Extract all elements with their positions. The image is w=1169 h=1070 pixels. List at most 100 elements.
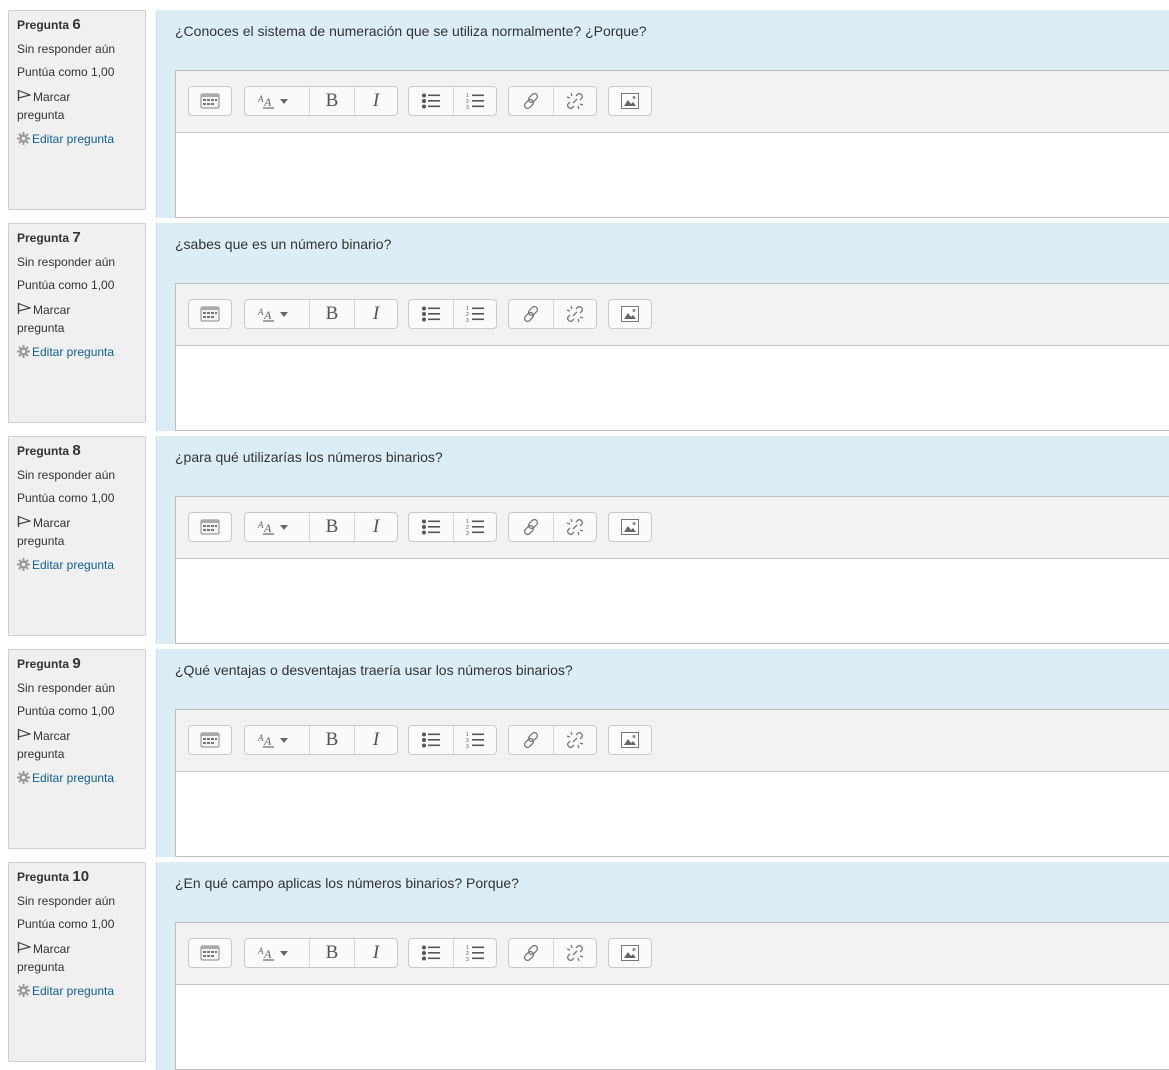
flag-question-button[interactable]: Marcar pregunta	[17, 728, 145, 763]
svg-text:A: A	[263, 95, 272, 109]
flag-label: Marcar	[33, 303, 71, 317]
italic-button[interactable]: I	[354, 726, 397, 754]
question-status: Sin responder aún	[17, 681, 116, 695]
edit-question-row: Editar pregunta	[17, 558, 145, 573]
edit-question-link[interactable]: Editar pregunta	[32, 558, 114, 572]
unlink-button[interactable]	[553, 726, 596, 754]
link-icon	[521, 943, 541, 963]
ordered-list-button[interactable]: 123	[453, 513, 496, 541]
edit-question-link[interactable]: Editar pregunta	[32, 345, 114, 359]
question-info-panel: Pregunta 6 Sin responder aún Puntúa como…	[8, 10, 146, 210]
italic-button[interactable]: I	[354, 939, 397, 967]
flag-question-button[interactable]: Marcar pregunta	[17, 89, 145, 124]
show-more-buttons-button[interactable]	[189, 513, 231, 541]
font-style-button[interactable]: AA	[245, 939, 309, 967]
question-content: ¿para qué utilizarías los números binari…	[156, 436, 1169, 644]
ordered-list-button[interactable]: 123	[453, 726, 496, 754]
italic-button[interactable]: I	[354, 87, 397, 115]
flag-question-button[interactable]: Marcar pregunta	[17, 941, 145, 976]
editor-toolbar: AA B I 123	[176, 284, 1169, 346]
question-content: ¿Qué ventajas o desventajas traería usar…	[156, 649, 1169, 857]
bold-button[interactable]: B	[309, 300, 354, 328]
unlink-button[interactable]	[553, 87, 596, 115]
show-more-buttons-button[interactable]	[189, 726, 231, 754]
editor-toolbar: AA B I 123	[176, 710, 1169, 772]
insert-image-button[interactable]	[609, 513, 651, 541]
flag-question-button[interactable]: Marcar pregunta	[17, 302, 145, 337]
ordered-list-icon: 123	[465, 944, 485, 962]
toolbar-group-media	[608, 299, 652, 329]
italic-button[interactable]: I	[354, 513, 397, 541]
insert-image-button[interactable]	[609, 726, 651, 754]
link-button[interactable]	[509, 87, 553, 115]
question-info-panel: Pregunta 9 Sin responder aún Puntúa como…	[8, 649, 146, 849]
toolbar-group-style: AA B I	[244, 938, 398, 968]
font-style-button[interactable]: AA	[245, 513, 309, 541]
link-button[interactable]	[509, 726, 553, 754]
unlink-button[interactable]	[553, 300, 596, 328]
edit-question-row: Editar pregunta	[17, 345, 145, 360]
answer-text-area[interactable]	[176, 985, 1169, 1069]
unordered-list-icon	[421, 305, 441, 323]
unordered-list-button[interactable]	[409, 939, 453, 967]
answer-text-area[interactable]	[176, 559, 1169, 643]
unlink-button[interactable]	[553, 939, 596, 967]
image-icon	[620, 731, 640, 749]
link-button[interactable]	[509, 939, 553, 967]
flag-label-line2: pregunta	[17, 534, 65, 548]
svg-text:3: 3	[466, 318, 469, 323]
unlink-icon	[565, 730, 585, 750]
insert-image-button[interactable]	[609, 300, 651, 328]
answer-text-area[interactable]	[176, 772, 1169, 856]
ordered-list-button[interactable]: 123	[453, 87, 496, 115]
editor-toolbar: AA B I 123	[176, 497, 1169, 559]
image-icon	[620, 518, 640, 536]
answer-editor: AA B I 123	[175, 283, 1169, 431]
unlink-button[interactable]	[553, 513, 596, 541]
font-style-button[interactable]: AA	[245, 300, 309, 328]
unordered-list-button[interactable]	[409, 87, 453, 115]
question-content: ¿En qué campo aplicas los números binari…	[156, 862, 1169, 1070]
question-prefix: Pregunta	[17, 870, 70, 884]
show-more-buttons-button[interactable]	[189, 300, 231, 328]
bold-button[interactable]: B	[309, 726, 354, 754]
unlink-icon	[565, 304, 585, 324]
gear-icon	[17, 132, 30, 147]
italic-button[interactable]: I	[354, 300, 397, 328]
answer-text-area[interactable]	[176, 133, 1169, 217]
answer-text-area[interactable]	[176, 346, 1169, 430]
show-more-buttons-icon	[200, 306, 220, 322]
editor-toolbar: AA B I 123	[176, 923, 1169, 985]
link-button[interactable]	[509, 513, 553, 541]
bold-button[interactable]: B	[309, 513, 354, 541]
flag-question-button[interactable]: Marcar pregunta	[17, 515, 145, 550]
question-status: Sin responder aún	[17, 468, 116, 482]
ordered-list-icon: 123	[465, 518, 485, 536]
insert-image-button[interactable]	[609, 87, 651, 115]
unordered-list-button[interactable]	[409, 726, 453, 754]
insert-image-button[interactable]	[609, 939, 651, 967]
edit-question-link[interactable]: Editar pregunta	[32, 771, 114, 785]
question-prefix: Pregunta	[17, 231, 70, 245]
show-more-buttons-button[interactable]	[189, 87, 231, 115]
edit-question-row: Editar pregunta	[17, 771, 145, 786]
font-style-button[interactable]: AA	[245, 726, 309, 754]
unordered-list-icon	[421, 944, 441, 962]
ordered-list-button[interactable]: 123	[453, 939, 496, 967]
link-button[interactable]	[509, 300, 553, 328]
edit-question-link[interactable]: Editar pregunta	[32, 132, 114, 146]
ordered-list-button[interactable]: 123	[453, 300, 496, 328]
unordered-list-button[interactable]	[409, 300, 453, 328]
show-more-buttons-icon	[200, 732, 220, 748]
font-style-icon: AA	[257, 731, 297, 749]
unordered-list-button[interactable]	[409, 513, 453, 541]
bold-button[interactable]: B	[309, 939, 354, 967]
bold-button[interactable]: B	[309, 87, 354, 115]
font-style-button[interactable]: AA	[245, 87, 309, 115]
toolbar-group-media	[608, 725, 652, 755]
toolbar-group-lists: 123	[408, 86, 497, 116]
question-score: Puntúa como 1,00	[17, 278, 115, 292]
edit-question-row: Editar pregunta	[17, 984, 145, 999]
edit-question-link[interactable]: Editar pregunta	[32, 984, 114, 998]
show-more-buttons-button[interactable]	[189, 939, 231, 967]
